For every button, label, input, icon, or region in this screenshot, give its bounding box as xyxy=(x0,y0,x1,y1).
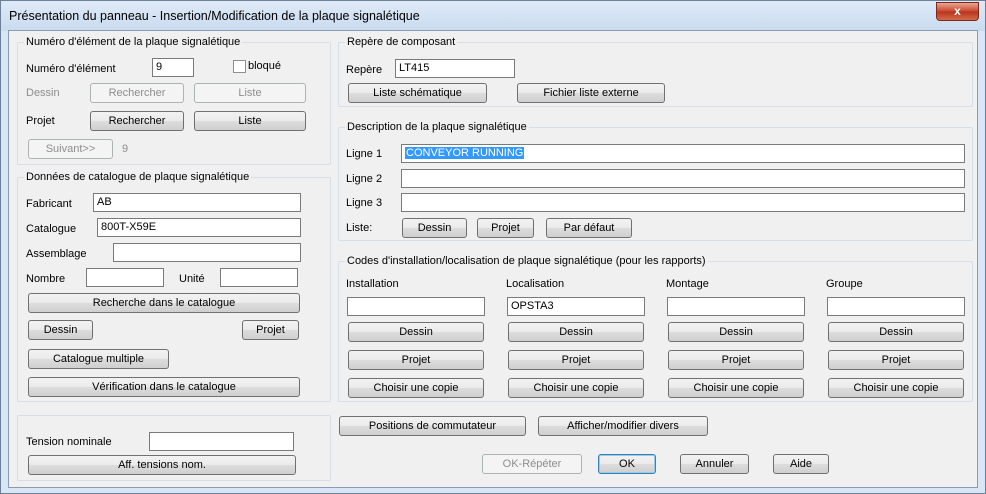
mounting-input[interactable] xyxy=(667,297,805,316)
install-codes-group-title: Codes d'installation/localisation de pla… xyxy=(345,255,708,267)
nominal-voltage-input[interactable] xyxy=(149,432,294,451)
catalog-input[interactable]: 800T-X59E xyxy=(97,218,301,237)
dialog-window: Présentation du panneau - Insertion/Modi… xyxy=(0,0,986,494)
mounting-project-button[interactable]: Projet xyxy=(668,350,804,370)
group-code-copy-button[interactable]: Choisir une copie xyxy=(828,378,964,398)
line3-input[interactable] xyxy=(401,193,965,212)
line3-label: Ligne 3 xyxy=(346,197,383,209)
show-voltages-button[interactable]: Aff. tensions nom. xyxy=(28,455,296,475)
drawing-search-button[interactable]: Rechercher xyxy=(90,83,184,103)
installation-project-button[interactable]: Projet xyxy=(348,350,484,370)
unit-label: Unité xyxy=(179,273,205,285)
cancel-button[interactable]: Annuler xyxy=(680,454,749,474)
next-value: 9 xyxy=(122,143,129,155)
line1-selected-text: CONVEYOR RUNNING xyxy=(405,147,525,159)
nominal-voltage-label: Tension nominale xyxy=(26,436,112,448)
title-bar[interactable]: Présentation du panneau - Insertion/Modi… xyxy=(1,1,985,31)
element-number-input[interactable]: 9 xyxy=(152,58,194,77)
assembly-input[interactable] xyxy=(113,243,301,262)
ok-repeat-button[interactable]: OK-Répéter xyxy=(482,454,582,474)
line2-label: Ligne 2 xyxy=(346,173,383,185)
group-code-project-button[interactable]: Projet xyxy=(828,350,964,370)
line1-input[interactable]: CONVEYOR RUNNING xyxy=(401,144,965,163)
element-number-label: Numéro d'élément xyxy=(26,63,116,75)
location-drawing-button[interactable]: Dessin xyxy=(508,322,644,342)
dialog-client-area: Numéro d'élément de la plaque signalétiq… xyxy=(8,30,978,488)
group-code-drawing-button[interactable]: Dessin xyxy=(828,322,964,342)
assembly-label: Assemblage xyxy=(26,248,87,260)
mounting-drawing-button[interactable]: Dessin xyxy=(668,322,804,342)
external-file-list-button[interactable]: Fichier liste externe xyxy=(517,83,665,103)
catalog-check-button[interactable]: Vérification dans le catalogue xyxy=(28,377,300,397)
schematic-list-button[interactable]: Liste schématique xyxy=(348,83,487,103)
project-search-button[interactable]: Rechercher xyxy=(90,111,184,131)
close-icon: x xyxy=(954,4,961,18)
drawing-list-button[interactable]: Liste xyxy=(194,83,306,103)
installation-drawing-button[interactable]: Dessin xyxy=(348,322,484,342)
close-button[interactable]: x xyxy=(936,2,979,21)
tag-label: Repère xyxy=(346,64,383,76)
project-row-label: Projet xyxy=(26,115,55,127)
location-project-button[interactable]: Projet xyxy=(508,350,644,370)
locked-checkbox[interactable] xyxy=(233,60,246,73)
next-button[interactable]: Suivant>> xyxy=(28,139,113,159)
project-list-button[interactable]: Liste xyxy=(194,111,306,131)
catalog-drawing-button[interactable]: Dessin xyxy=(28,320,93,340)
location-label: Localisation xyxy=(506,278,565,290)
manufacturer-input[interactable]: AB xyxy=(93,193,301,212)
group-code-input[interactable] xyxy=(827,297,965,316)
location-input[interactable]: OPSTA3 xyxy=(507,297,645,316)
mounting-copy-button[interactable]: Choisir une copie xyxy=(668,378,804,398)
element-number-group-title: Numéro d'élément de la plaque signalétiq… xyxy=(24,36,243,48)
count-input[interactable] xyxy=(86,268,164,287)
installation-input[interactable] xyxy=(347,297,485,316)
description-project-button[interactable]: Projet xyxy=(477,218,534,238)
line2-input[interactable] xyxy=(401,169,965,188)
description-group-title: Description de la plaque signalétique xyxy=(345,121,529,133)
unit-input[interactable] xyxy=(220,268,298,287)
manufacturer-label: Fabricant xyxy=(26,198,72,210)
ok-button[interactable]: OK xyxy=(598,454,656,474)
mounting-label: Montage xyxy=(666,278,709,290)
component-tag-group-title: Repère de composant xyxy=(345,36,458,48)
group-code-label: Groupe xyxy=(826,278,863,290)
tag-input[interactable]: LT415 xyxy=(395,59,515,78)
line1-label: Ligne 1 xyxy=(346,148,383,160)
description-drawing-button[interactable]: Dessin xyxy=(402,218,467,238)
description-default-button[interactable]: Par défaut xyxy=(546,218,632,238)
catalog-data-group-title: Données de catalogue de plaque signaléti… xyxy=(24,171,252,183)
catalog-search-button[interactable]: Recherche dans le catalogue xyxy=(28,293,300,313)
help-button[interactable]: Aide xyxy=(773,454,829,474)
show-edit-misc-button[interactable]: Afficher/modifier divers xyxy=(538,416,708,436)
catalog-project-button[interactable]: Projet xyxy=(242,320,299,340)
installation-copy-button[interactable]: Choisir une copie xyxy=(348,378,484,398)
location-copy-button[interactable]: Choisir une copie xyxy=(508,378,644,398)
installation-label: Installation xyxy=(346,278,399,290)
description-list-label: Liste: xyxy=(346,222,373,234)
count-label: Nombre xyxy=(26,273,66,285)
window-title: Présentation du panneau - Insertion/Modi… xyxy=(9,9,420,23)
switch-positions-button[interactable]: Positions de commutateur xyxy=(339,416,526,436)
drawing-row-label: Dessin xyxy=(26,87,60,99)
catalog-label: Catalogue xyxy=(26,223,77,235)
locked-label: bloqué xyxy=(248,60,282,72)
multi-catalog-button[interactable]: Catalogue multiple xyxy=(28,349,169,369)
